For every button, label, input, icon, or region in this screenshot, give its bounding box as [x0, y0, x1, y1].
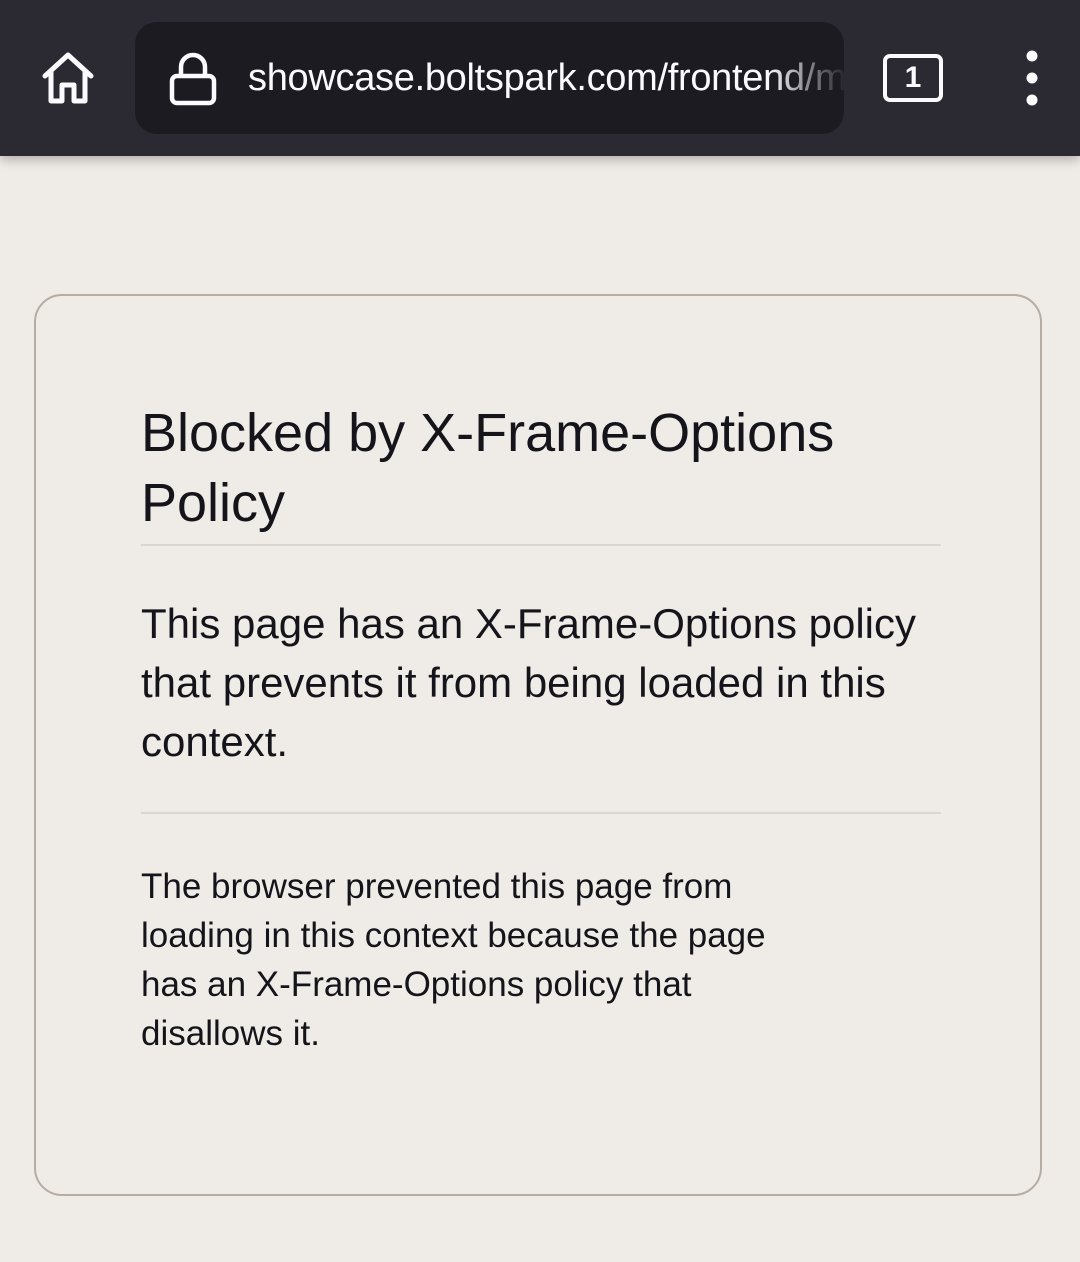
url-text[interactable]: showcase.boltspark.com/frontend/mobile-x…	[248, 22, 844, 134]
home-button[interactable]	[30, 40, 106, 116]
kebab-menu-icon[interactable]	[1010, 48, 1054, 112]
error-details: The browser prevented this page from loa…	[141, 867, 766, 1053]
url-bar[interactable]: showcase.boltspark.com/frontend/mobile-x…	[135, 22, 844, 134]
description-divider	[141, 812, 941, 814]
error-description: This page has an X-Frame-Options policy …	[141, 600, 917, 765]
title-divider	[141, 544, 941, 546]
tab-counter-button[interactable]: 1	[883, 54, 943, 102]
lock-icon[interactable]	[165, 50, 221, 106]
home-icon	[42, 52, 94, 104]
error-card: Blocked by X-Frame-Options Policy This p…	[34, 294, 1042, 1196]
error-title: Blocked by X-Frame-Options Policy	[141, 403, 835, 533]
browser-toolbar: showcase.boltspark.com/frontend/mobile-x…	[0, 0, 1080, 156]
